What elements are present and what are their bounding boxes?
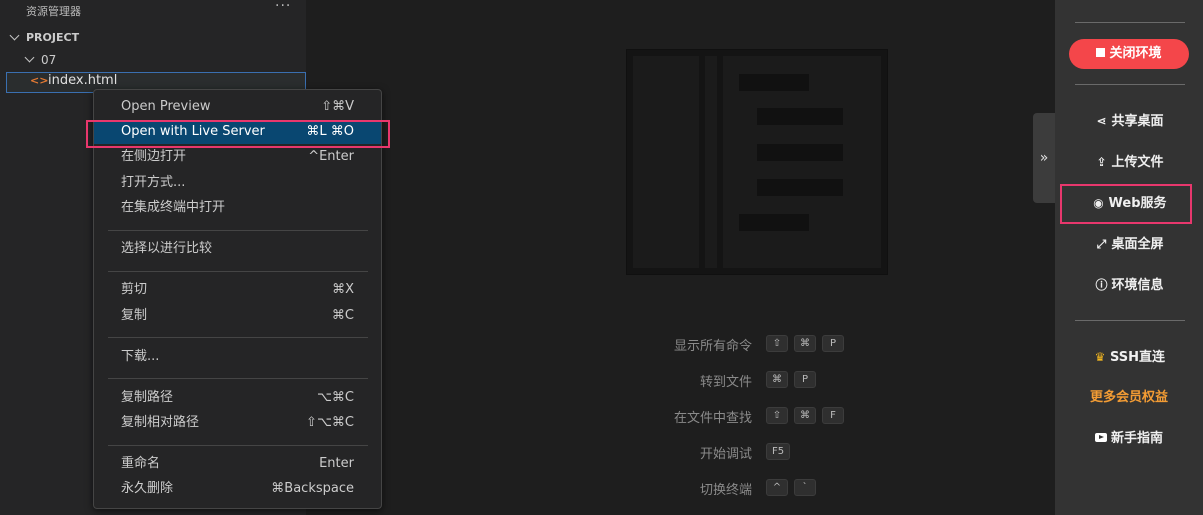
menu-item-open-preview[interactable]: Open Preview ⇧⌘V [94, 95, 381, 119]
menu-item-delete-permanently[interactable]: 永久删除 ⌘Backspace [94, 477, 381, 501]
right-panel: 关闭环境 ⋖ 共享桌面 ⇪ 上传文件 ◉ Web服务 ⤢ 桌面全屏 ⓘ 环境信息 ♛ SSH… [1055, 0, 1203, 515]
live-server-highlight-box [86, 120, 390, 148]
ssh-connect-button[interactable]: ♛ SSH直连 [1055, 345, 1203, 369]
upload-file-button[interactable]: ⇪ 上传文件 [1055, 150, 1203, 174]
chevron-down-icon [9, 30, 20, 41]
chevron-down-icon [24, 52, 35, 63]
menu-item-select-compare[interactable]: 选择以进行比较 [94, 237, 381, 261]
command-hint-toggle-terminal: 切换终端 ^ ` [626, 479, 966, 499]
menu-item-open-to-side[interactable]: 在侧边打开 ^Enter [94, 145, 381, 169]
fullscreen-button[interactable]: ⤢ 桌面全屏 [1055, 232, 1203, 256]
menu-separator [108, 445, 368, 446]
menu-separator [108, 337, 368, 338]
close-environment-button[interactable]: 关闭环境 [1069, 39, 1189, 69]
menu-item-open-with[interactable]: 打开方式... [94, 171, 381, 195]
folder-name: 07 [41, 53, 57, 67]
fullscreen-icon: ⤢ [1096, 237, 1107, 251]
menu-item-copy-path[interactable]: 复制路径 ⌥⌘C [94, 386, 381, 410]
web-service-highlight-box [1060, 184, 1192, 224]
menu-item-copy-relative-path[interactable]: 复制相对路径 ⇧⌥⌘C [94, 411, 381, 435]
divider [1075, 320, 1185, 321]
command-hint-find-in-files: 在文件中查找 ⇧ ⌘ F [626, 407, 966, 427]
divider [1075, 22, 1185, 23]
beginner-guide-button[interactable]: 新手指南 [1055, 427, 1203, 451]
menu-separator [108, 230, 368, 231]
project-section-header[interactable]: PROJECT [0, 27, 306, 49]
upload-icon: ⇪ [1096, 155, 1107, 169]
editor-watermark-logo [626, 49, 888, 275]
menu-item-download[interactable]: 下载... [94, 345, 381, 369]
crown-icon: ♛ [1094, 350, 1106, 364]
share-desktop-button[interactable]: ⋖ 共享桌面 [1055, 109, 1203, 133]
share-icon: ⋖ [1096, 114, 1107, 128]
command-hint-start-debug: 开始调试 F5 [626, 443, 966, 463]
member-benefits-link[interactable]: 更多会员权益 [1055, 386, 1203, 410]
folder-row[interactable]: 07 [0, 49, 306, 71]
menu-item-copy[interactable]: 复制 ⌘C [94, 304, 381, 328]
menu-separator [108, 378, 368, 379]
info-icon: ⓘ [1095, 278, 1108, 292]
menu-item-cut[interactable]: 剪切 ⌘X [94, 278, 381, 302]
stop-icon [1096, 48, 1106, 57]
divider [1075, 84, 1185, 85]
menu-separator [108, 271, 368, 272]
command-hint-goto-file: 转到文件 ⌘ P [626, 371, 966, 391]
more-actions-button[interactable]: ··· [275, 0, 291, 14]
context-menu: Open Preview ⇧⌘V Open with Live Server ⌘L … [93, 89, 382, 509]
menu-item-rename[interactable]: 重命名 Enter [94, 452, 381, 476]
command-hint-show-all: 显示所有命令 ⇧ ⌘ P [626, 335, 966, 355]
project-label: PROJECT [26, 31, 80, 44]
menu-item-open-in-terminal[interactable]: 在集成终端中打开 [94, 196, 381, 220]
file-name[interactable]: index.html [48, 73, 117, 88]
youtube-icon [1094, 433, 1107, 442]
environment-info-button[interactable]: ⓘ 环境信息 [1055, 273, 1203, 297]
html-file-icon: <> [30, 74, 49, 87]
explorer-title: 资源管理器 [26, 5, 81, 18]
panel-collapse-button[interactable]: » [1033, 113, 1055, 203]
